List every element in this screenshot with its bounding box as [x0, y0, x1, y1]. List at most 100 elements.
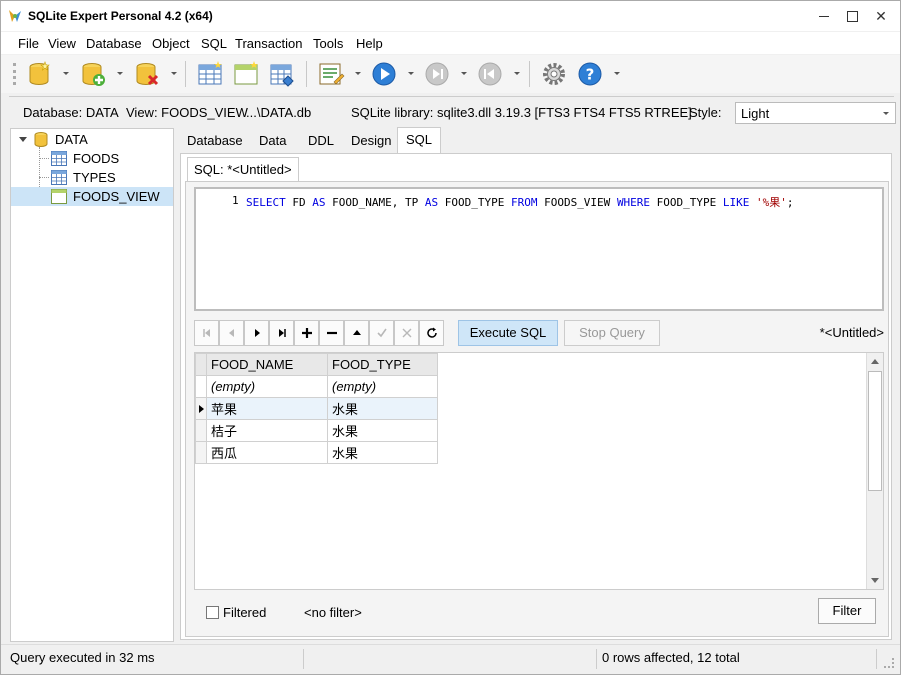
database-tree: DATA FOODS TYPES FOODS_VIEW: [10, 128, 174, 642]
prior-record-button[interactable]: [219, 320, 244, 346]
resize-grip-icon[interactable]: [884, 658, 894, 668]
close-database-icon[interactable]: [133, 60, 161, 88]
scroll-down-arrow-icon[interactable]: [871, 578, 879, 583]
sql-keyword: AS: [424, 196, 439, 209]
new-table-icon[interactable]: [196, 60, 224, 88]
view-label: View: FOODS_VIEW: [126, 105, 248, 120]
edit-record-button[interactable]: [344, 320, 369, 346]
tab-data[interactable]: Data: [251, 129, 294, 153]
table-row[interactable]: 西瓜 水果: [195, 441, 438, 464]
sql-text: FOOD_NAME, TP: [325, 196, 425, 209]
chevron-down-icon: [883, 112, 889, 115]
previous-icon[interactable]: [476, 60, 504, 88]
style-select[interactable]: Light: [735, 102, 896, 124]
sql-builder-dropdown-icon[interactable]: [355, 72, 361, 75]
settings-icon[interactable]: [540, 60, 568, 88]
help-dropdown-icon[interactable]: [614, 72, 620, 75]
tab-design[interactable]: Design: [343, 129, 399, 153]
table-row[interactable]: 苹果 水果: [195, 397, 438, 420]
close-window-button[interactable]: ✕: [865, 1, 897, 31]
menu-transaction[interactable]: Transaction: [235, 36, 302, 51]
menu-help[interactable]: Help: [356, 36, 383, 51]
scroll-up-arrow-icon[interactable]: [871, 359, 879, 364]
table-cell[interactable]: 水果: [327, 441, 438, 464]
filter-bar: Filtered <no filter> Filter: [194, 596, 884, 628]
tree-item-foods[interactable]: FOODS: [11, 149, 173, 168]
tree-item-foods-view[interactable]: FOODS_VIEW: [11, 187, 173, 206]
menu-view[interactable]: View: [48, 36, 76, 51]
filter-button[interactable]: Filter: [818, 598, 876, 624]
view-icon: [51, 189, 67, 204]
open-database-dropdown-icon[interactable]: [63, 72, 69, 75]
next-icon[interactable]: [423, 60, 451, 88]
sql-workspace: 1 SELECT FD AS FOOD_NAME, TP AS FOOD_TYP…: [185, 181, 889, 637]
column-header-food-type[interactable]: FOOD_TYPE: [327, 353, 438, 376]
sql-tab-content: SQL: *<Untitled> 1 SELECT FD AS FOOD_NAM…: [180, 153, 892, 640]
sql-string: '%果': [756, 196, 787, 209]
menu-object[interactable]: Object: [152, 36, 190, 51]
maximize-button[interactable]: [836, 1, 868, 31]
filtered-checkbox-label[interactable]: Filtered: [223, 605, 266, 620]
execute-dropdown-icon[interactable]: [408, 72, 414, 75]
row-indicator: [195, 375, 207, 398]
table-cell[interactable]: 桔子: [206, 419, 328, 442]
new-index-icon[interactable]: [268, 60, 296, 88]
status-rows-affected: 0 rows affected, 12 total: [602, 650, 740, 665]
previous-dropdown-icon[interactable]: [514, 72, 520, 75]
last-record-button[interactable]: [269, 320, 294, 346]
first-record-button[interactable]: [194, 320, 219, 346]
scrollbar-thumb[interactable]: [868, 371, 882, 491]
execute-icon[interactable]: [370, 60, 398, 88]
app-logo-icon: [9, 10, 21, 22]
table-cell[interactable]: 苹果: [206, 397, 328, 420]
table-cell[interactable]: 水果: [327, 397, 438, 420]
table-cell[interactable]: 水果: [327, 419, 438, 442]
table-row[interactable]: 桔子 水果: [195, 419, 438, 442]
stop-query-button[interactable]: Stop Query: [564, 320, 660, 346]
new-database-dropdown-icon[interactable]: [117, 72, 123, 75]
open-database-icon[interactable]: [25, 60, 53, 88]
new-database-icon[interactable]: [79, 60, 107, 88]
status-query-time: Query executed in 32 ms: [10, 650, 155, 665]
title-bar: SQLite Expert Personal 4.2 (x64) ✕: [1, 1, 900, 31]
filter-cell[interactable]: (empty): [206, 375, 328, 398]
minus-icon: [326, 331, 337, 335]
sql-keyword: SELECT: [246, 196, 286, 209]
sql-document-tab[interactable]: SQL: *<Untitled>: [187, 157, 299, 181]
vertical-scrollbar[interactable]: [866, 353, 883, 589]
execute-sql-button[interactable]: Execute SQL: [458, 320, 558, 346]
row-indicator: [195, 419, 207, 442]
table-icon: [51, 151, 67, 166]
column-header-food-name[interactable]: FOOD_NAME: [206, 353, 328, 376]
next-dropdown-icon[interactable]: [461, 72, 467, 75]
tree-item-data[interactable]: DATA: [11, 130, 173, 149]
tree-item-label: TYPES: [73, 170, 116, 185]
toolbar-grip[interactable]: [13, 63, 16, 85]
database-path: ...\DATA.db: [246, 105, 312, 120]
sql-editor[interactable]: 1 SELECT FD AS FOOD_NAME, TP AS FOOD_TYP…: [194, 187, 884, 311]
tab-sql[interactable]: SQL: [397, 127, 442, 153]
new-view-icon[interactable]: [232, 60, 260, 88]
help-icon[interactable]: ?: [576, 60, 604, 88]
filter-cell[interactable]: (empty): [327, 375, 438, 398]
close-database-dropdown-icon[interactable]: [171, 72, 177, 75]
menu-sql[interactable]: SQL: [201, 36, 227, 51]
menu-tools[interactable]: Tools: [313, 36, 343, 51]
tab-database[interactable]: Database: [179, 129, 251, 153]
sqlite-library-info: SQLite library: sqlite3.dll 3.19.3 [FTS3…: [351, 105, 692, 120]
cancel-edit-button[interactable]: [394, 320, 419, 346]
app-window: SQLite Expert Personal 4.2 (x64) ✕ File …: [0, 0, 901, 675]
sql-builder-icon[interactable]: [317, 60, 345, 88]
delete-record-button[interactable]: [319, 320, 344, 346]
insert-record-button[interactable]: [294, 320, 319, 346]
post-edit-button[interactable]: [369, 320, 394, 346]
tab-ddl[interactable]: DDL: [300, 129, 342, 153]
filtered-checkbox[interactable]: [206, 606, 219, 619]
table-cell[interactable]: 西瓜: [206, 441, 328, 464]
refresh-button[interactable]: [419, 320, 444, 346]
next-record-button[interactable]: [244, 320, 269, 346]
menu-file[interactable]: File: [18, 36, 39, 51]
tree-item-types[interactable]: TYPES: [11, 168, 173, 187]
menu-database[interactable]: Database: [86, 36, 142, 51]
collapse-arrow-icon[interactable]: [19, 137, 27, 142]
